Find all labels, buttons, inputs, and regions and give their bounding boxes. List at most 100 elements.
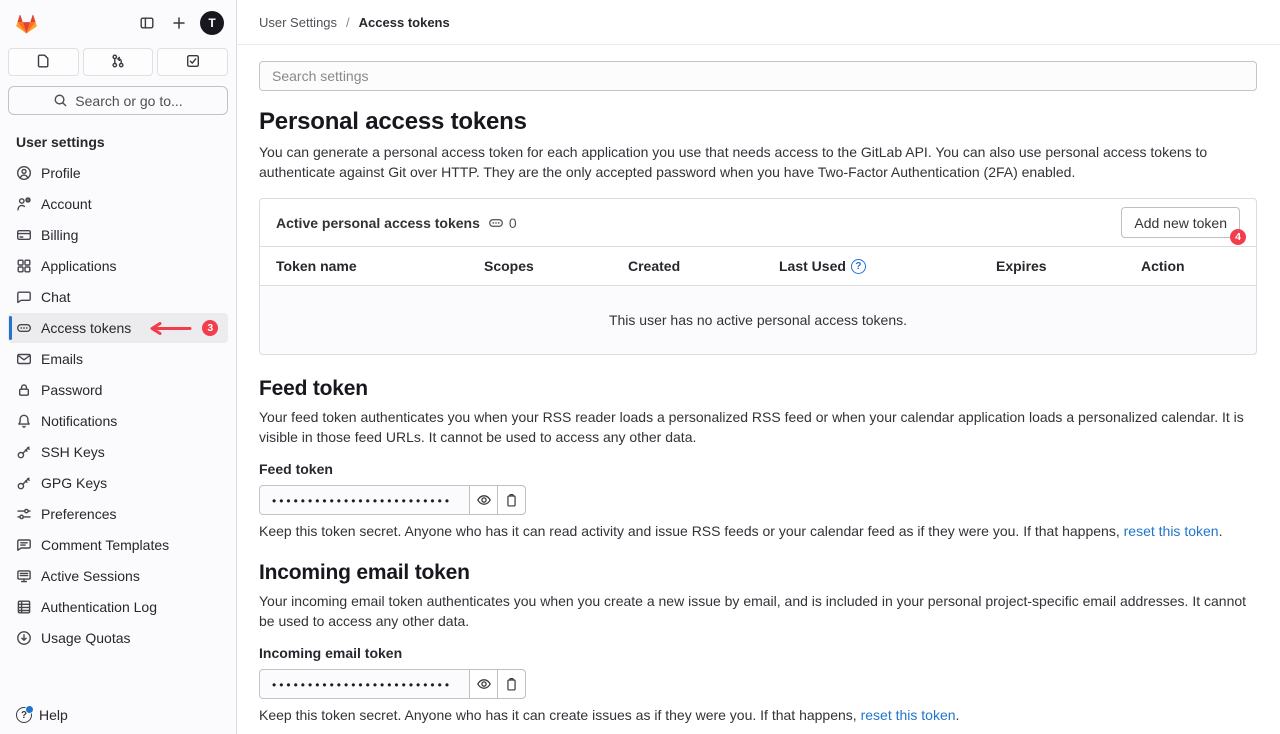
sidebar-item-password[interactable]: Password (8, 375, 228, 405)
breadcrumb-current: Access tokens (359, 15, 450, 30)
reveal-button[interactable] (469, 485, 498, 515)
sidebar-item-billing[interactable]: Billing (8, 220, 228, 250)
question-icon[interactable]: ? (851, 259, 866, 274)
applications-icon (16, 258, 32, 274)
column-header-action: Action (1125, 247, 1256, 285)
search-or-goto-button[interactable]: Search or go to... (8, 86, 228, 115)
sidebar-item-profile[interactable]: Profile (8, 158, 228, 188)
email-token-group (259, 669, 1257, 699)
eye-icon (476, 676, 492, 692)
breadcrumb-separator: / (346, 15, 350, 30)
gitlab-logo-icon (14, 11, 39, 35)
feed-token-help: Keep this token secret. Anyone who has i… (259, 523, 1257, 539)
sidebar-item-label: Applications (41, 258, 117, 274)
sidebar-item-label: Access tokens (41, 320, 131, 336)
sidebar-header: T (0, 0, 236, 44)
sidebar-item-gpg-keys[interactable]: GPG Keys (8, 468, 228, 498)
reveal-button[interactable] (469, 669, 498, 699)
sidebar-item-account[interactable]: Account (8, 189, 228, 219)
eye-icon (476, 492, 492, 508)
account-icon (16, 196, 32, 212)
column-header-token-name: Token name (260, 247, 468, 285)
annotation-badge: 4 (1230, 229, 1246, 245)
tokens-table-header-row: Token nameScopesCreatedLast Used?Expires… (260, 246, 1256, 286)
preferences-icon (16, 506, 32, 522)
reset-feed-token-link[interactable]: reset this token (1124, 523, 1219, 539)
reset-email-token-link[interactable]: reset this token (861, 707, 956, 723)
sidebar-item-chat[interactable]: Chat (8, 282, 228, 312)
column-header-scopes: Scopes (468, 247, 612, 285)
key-icon (16, 475, 32, 491)
key-icon (16, 444, 32, 460)
access-tokens-icon (16, 320, 32, 336)
search-icon (53, 93, 68, 108)
sidebar-item-access-tokens[interactable]: Access tokens 3 (8, 313, 228, 343)
settings-content: Personal access tokens You can generate … (237, 45, 1280, 723)
sidebar-item-preferences[interactable]: Preferences (8, 499, 228, 529)
page-title: Personal access tokens (259, 108, 1257, 136)
sidebar-item-label: Chat (41, 289, 71, 305)
sidebar-toggle-button[interactable] (134, 10, 160, 36)
feed-token-group (259, 485, 1257, 515)
help-button[interactable]: ? Help (0, 696, 236, 734)
comment-templates-icon (16, 537, 32, 553)
avatar[interactable]: T (200, 11, 224, 35)
create-new-button[interactable] (166, 10, 192, 36)
sidebar-item-label: Billing (41, 227, 78, 243)
app: T Search or go to... User settings Profi… (0, 0, 1280, 734)
settings-search-input[interactable] (259, 61, 1257, 91)
feed-token-input[interactable] (259, 485, 470, 515)
copy-button[interactable] (497, 669, 526, 699)
todos-button[interactable] (157, 48, 228, 76)
sidebar-item-notifications[interactable]: Notifications (8, 406, 228, 436)
clipboard-icon (504, 677, 519, 692)
sidebar-item-usage-quotas[interactable]: Usage Quotas (8, 623, 228, 653)
sidebar-item-authentication-log[interactable]: Authentication Log (8, 592, 228, 622)
email-token-label: Incoming email token (259, 645, 1257, 661)
active-sessions-icon (16, 568, 32, 584)
sidebar-menu: Profile Account Billing Applications Chat Acc… (0, 158, 236, 653)
sidebar-item-comment-templates[interactable]: Comment Templates (8, 530, 228, 560)
merge-requests-button[interactable] (83, 48, 154, 76)
sidebar-item-label: Profile (41, 165, 81, 181)
chat-icon (16, 289, 32, 305)
sidebar-shortcuts (0, 44, 236, 76)
sidebar-item-label: SSH Keys (41, 444, 105, 460)
usage-quotas-icon (16, 630, 32, 646)
active-tokens-card: Active personal access tokens 0 Add new … (259, 198, 1257, 355)
annotation-badge: 3 (202, 320, 218, 336)
email-token-input[interactable] (259, 669, 470, 699)
sidebar-item-label: Password (41, 382, 102, 398)
token-count: 0 (509, 215, 517, 231)
token-icon (488, 215, 504, 231)
column-header-expires: Expires (980, 247, 1125, 285)
sidebar-item-emails[interactable]: Emails (8, 344, 228, 374)
sidebar-item-active-sessions[interactable]: Active Sessions (8, 561, 228, 591)
copy-button[interactable] (497, 485, 526, 515)
column-header-last-used: Last Used? (763, 247, 980, 285)
sidebar-item-applications[interactable]: Applications (8, 251, 228, 281)
search-or-goto-label: Search or go to... (75, 93, 182, 109)
issues-button[interactable] (8, 48, 79, 76)
feed-token-description: Your feed token authenticates you when y… (259, 408, 1257, 447)
sidebar-item-label: Emails (41, 351, 83, 367)
sidebar-item-label: Usage Quotas (41, 630, 131, 646)
email-token-description: Your incoming email token authenticates … (259, 592, 1257, 631)
annotation-arrow (148, 322, 192, 335)
card-title: Active personal access tokens (276, 215, 480, 231)
breadcrumb-parent-link[interactable]: User Settings (259, 15, 337, 30)
password-icon (16, 382, 32, 398)
feed-token-label: Feed token (259, 461, 1257, 477)
sidebar-item-label: Account (41, 196, 92, 212)
add-new-token-button[interactable]: Add new token 4 (1121, 207, 1240, 238)
tokens-empty-state: This user has no active personal access … (260, 286, 1256, 354)
issues-icon (35, 53, 51, 72)
emails-icon (16, 351, 32, 367)
active-indicator (9, 316, 12, 340)
sidebar-section-title: User settings (0, 121, 236, 157)
pat-description: You can generate a personal access token… (259, 143, 1257, 182)
authentication-log-icon (16, 599, 32, 615)
sidebar-item-ssh-keys[interactable]: SSH Keys (8, 437, 228, 467)
clipboard-icon (504, 493, 519, 508)
email-token-help: Keep this token secret. Anyone who has i… (259, 707, 1257, 723)
